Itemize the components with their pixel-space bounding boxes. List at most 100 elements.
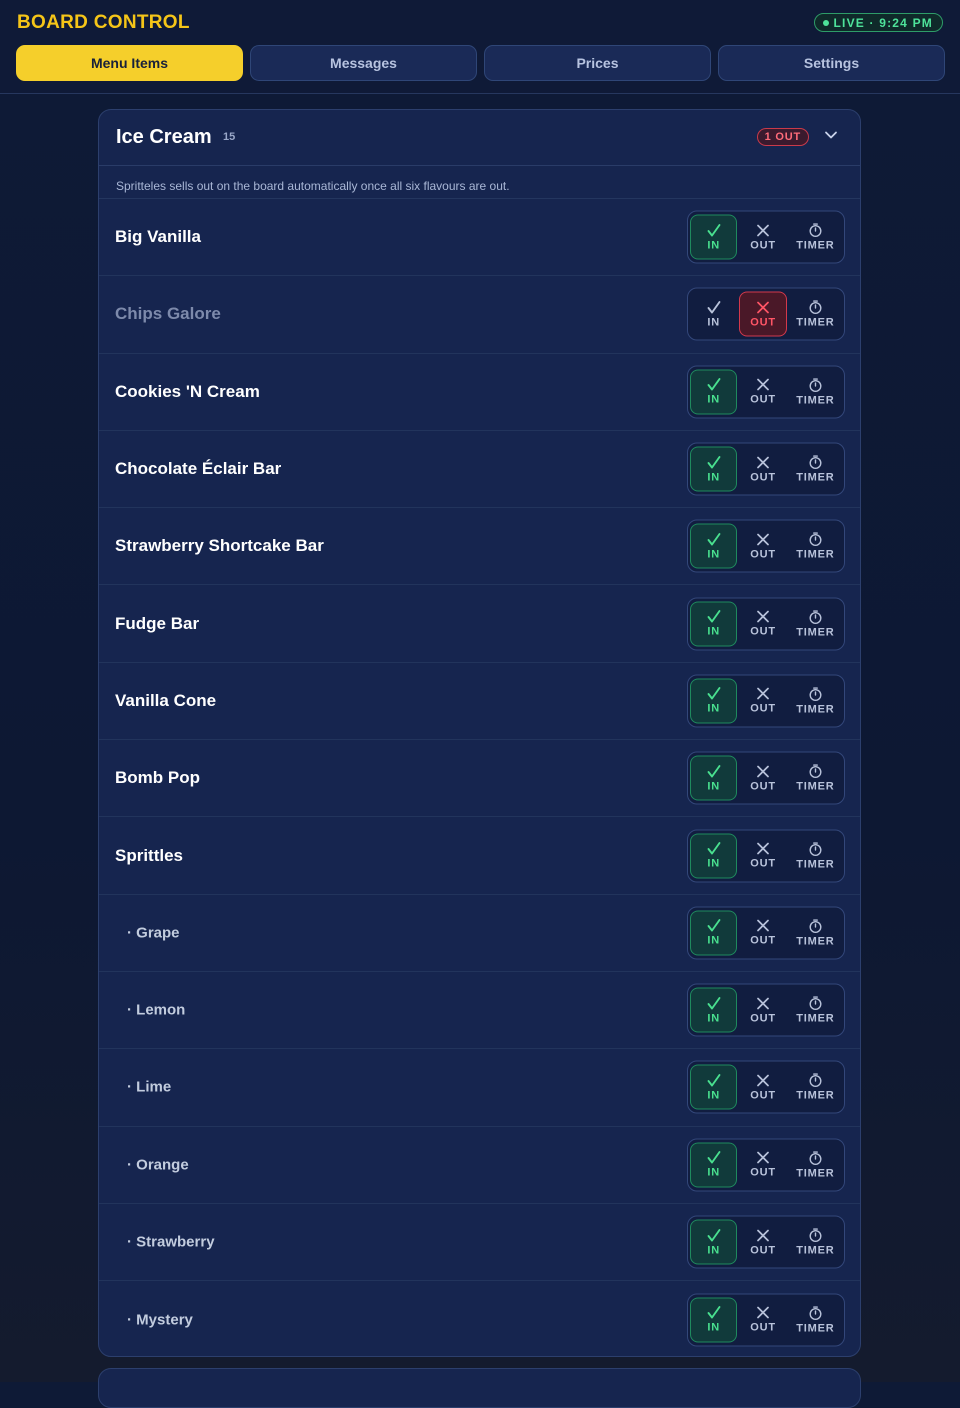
timer-label: TIMER bbox=[796, 703, 835, 716]
timer-button[interactable]: TIMER bbox=[789, 292, 842, 337]
in-label: IN bbox=[707, 548, 720, 561]
item-name: Strawberry bbox=[127, 1234, 214, 1251]
out-label: OUT bbox=[750, 239, 776, 252]
timer-button[interactable]: TIMER bbox=[789, 215, 842, 260]
tab-settings[interactable]: Settings bbox=[718, 45, 945, 81]
out-button[interactable]: OUT bbox=[739, 1065, 786, 1110]
stopwatch-icon bbox=[808, 841, 823, 856]
availability-toggle: IN OUT TIMER bbox=[687, 287, 845, 341]
in-button[interactable]: IN bbox=[690, 1297, 738, 1343]
stopwatch-icon bbox=[808, 300, 823, 315]
check-icon bbox=[707, 378, 721, 392]
brand-title: BOARD CONTROL bbox=[17, 12, 190, 33]
out-button[interactable]: OUT bbox=[739, 369, 786, 414]
out-button[interactable]: OUT bbox=[739, 678, 786, 723]
item-name: Bomb Pop bbox=[115, 768, 200, 788]
check-icon bbox=[707, 532, 721, 546]
live-status-badge: LIVE · 9:24 PM bbox=[813, 13, 943, 32]
out-label: OUT bbox=[750, 1166, 776, 1179]
timer-button[interactable]: TIMER bbox=[789, 1220, 842, 1265]
in-button[interactable]: IN bbox=[690, 523, 738, 569]
in-label: IN bbox=[707, 1012, 720, 1025]
availability-toggle: IN OUT TIMER bbox=[687, 597, 845, 651]
item-name: Sprittles bbox=[115, 845, 184, 865]
item-count: 15 bbox=[223, 131, 236, 143]
in-button[interactable]: IN bbox=[690, 292, 737, 337]
timer-label: TIMER bbox=[796, 471, 835, 484]
timer-button[interactable]: TIMER bbox=[789, 910, 842, 955]
out-button[interactable]: OUT bbox=[739, 756, 786, 801]
timer-button[interactable]: TIMER bbox=[789, 678, 842, 723]
timer-button[interactable]: TIMER bbox=[789, 447, 842, 492]
menu-item-row: Strawberry Shortcake Bar IN OUT TIMER bbox=[99, 508, 860, 586]
x-icon bbox=[756, 1151, 770, 1165]
check-icon bbox=[707, 300, 721, 314]
in-button[interactable]: IN bbox=[690, 678, 738, 724]
timer-button[interactable]: TIMER bbox=[789, 601, 842, 646]
in-button[interactable]: IN bbox=[690, 214, 738, 260]
section-header[interactable]: Ice Cream 15 1 OUT bbox=[99, 110, 860, 166]
stopwatch-icon bbox=[808, 532, 823, 547]
item-name: Orange bbox=[127, 1156, 189, 1173]
out-button[interactable]: OUT bbox=[739, 447, 786, 492]
timer-button[interactable]: TIMER bbox=[789, 1297, 842, 1342]
out-button[interactable]: OUT bbox=[739, 1142, 786, 1187]
check-icon bbox=[707, 919, 721, 933]
availability-toggle: IN OUT TIMER bbox=[687, 906, 845, 960]
out-label: OUT bbox=[750, 857, 776, 870]
item-name: Chocolate Éclair Bar bbox=[115, 459, 282, 479]
in-button[interactable]: IN bbox=[690, 1219, 738, 1265]
in-button[interactable]: IN bbox=[690, 910, 738, 956]
in-button[interactable]: IN bbox=[690, 833, 738, 879]
out-button[interactable]: OUT bbox=[739, 910, 786, 955]
check-icon bbox=[707, 455, 721, 469]
timer-label: TIMER bbox=[796, 1012, 835, 1025]
in-label: IN bbox=[707, 316, 720, 329]
timer-button[interactable]: TIMER bbox=[789, 524, 842, 569]
x-icon bbox=[756, 610, 770, 624]
in-button[interactable]: IN bbox=[690, 755, 738, 801]
timer-button[interactable]: TIMER bbox=[789, 756, 842, 801]
stopwatch-icon bbox=[808, 686, 823, 701]
timer-label: TIMER bbox=[796, 1089, 835, 1102]
x-icon bbox=[756, 378, 770, 392]
in-label: IN bbox=[707, 1244, 720, 1256]
out-label: OUT bbox=[750, 702, 776, 715]
out-label: OUT bbox=[750, 471, 776, 484]
out-button[interactable]: OUT bbox=[739, 291, 787, 337]
timer-button[interactable]: TIMER bbox=[789, 988, 842, 1033]
stopwatch-icon bbox=[808, 609, 823, 624]
ice-cream-section: Ice Cream 15 1 OUT Spritteles sells out … bbox=[98, 109, 861, 1357]
stopwatch-icon bbox=[808, 764, 823, 779]
timer-button[interactable]: TIMER bbox=[789, 1065, 842, 1110]
out-button[interactable]: OUT bbox=[739, 601, 786, 646]
in-button[interactable]: IN bbox=[690, 987, 738, 1033]
timer-label: TIMER bbox=[796, 548, 835, 561]
timer-label: TIMER bbox=[796, 1167, 835, 1180]
in-label: IN bbox=[707, 1321, 720, 1334]
timer-button[interactable]: TIMER bbox=[789, 833, 842, 878]
tab-prices[interactable]: Prices bbox=[484, 45, 711, 81]
in-button[interactable]: IN bbox=[690, 1142, 738, 1188]
timer-button[interactable]: TIMER bbox=[789, 369, 842, 414]
in-button[interactable]: IN bbox=[690, 369, 738, 415]
out-button[interactable]: OUT bbox=[739, 1220, 786, 1265]
timer-label: TIMER bbox=[796, 1244, 835, 1257]
out-button[interactable]: OUT bbox=[739, 1297, 786, 1342]
tab-messages[interactable]: Messages bbox=[250, 45, 477, 81]
out-button[interactable]: OUT bbox=[739, 988, 786, 1033]
out-label: OUT bbox=[750, 1244, 776, 1256]
out-button[interactable]: OUT bbox=[739, 215, 786, 260]
timer-button[interactable]: TIMER bbox=[789, 1142, 842, 1187]
tab-menu-items[interactable]: Menu Items bbox=[16, 45, 243, 81]
out-button[interactable]: OUT bbox=[739, 524, 786, 569]
section-title: Ice Cream bbox=[116, 126, 212, 148]
out-button[interactable]: OUT bbox=[739, 833, 786, 878]
in-label: IN bbox=[707, 1089, 720, 1102]
chevron-down-icon[interactable] bbox=[824, 128, 838, 142]
in-button[interactable]: IN bbox=[690, 446, 738, 492]
menu-item-row: Big Vanilla IN OUT TIMER bbox=[99, 199, 860, 277]
in-button[interactable]: IN bbox=[690, 601, 738, 647]
timer-label: TIMER bbox=[796, 626, 835, 639]
in-button[interactable]: IN bbox=[690, 1064, 738, 1110]
